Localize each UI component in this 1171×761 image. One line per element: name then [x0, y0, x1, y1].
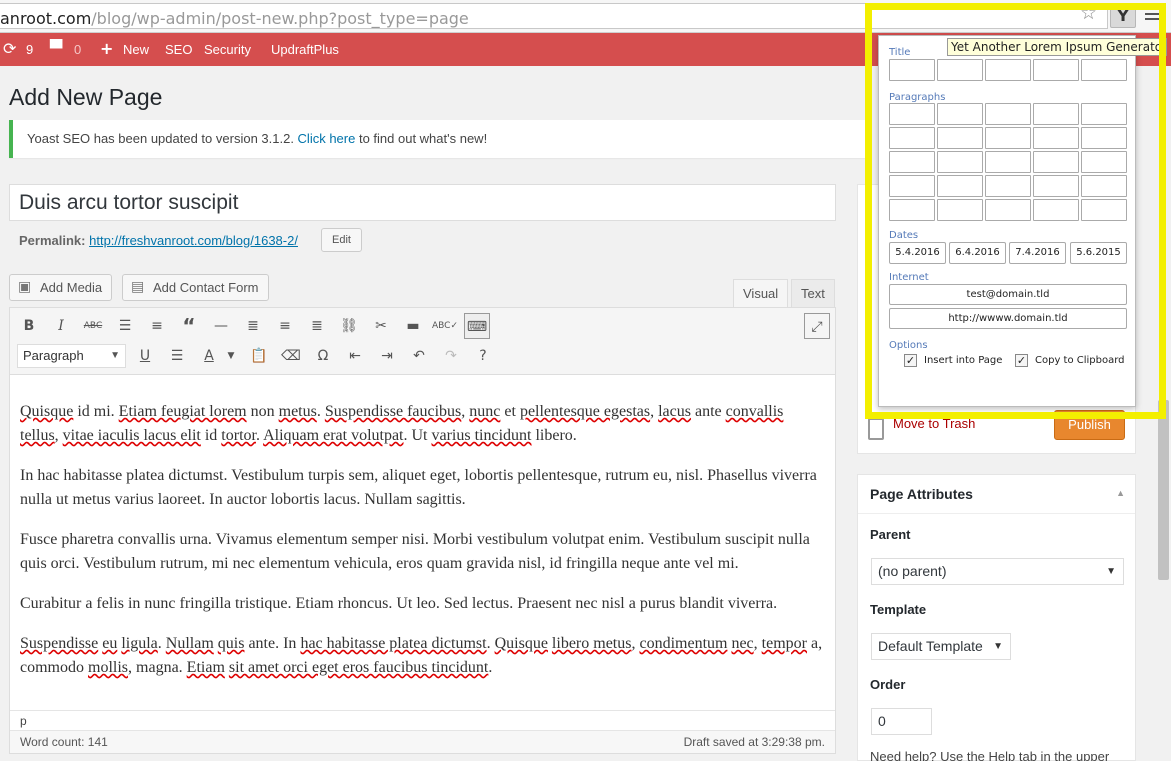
notice-text: Yoast SEO has been updated to version 3.…	[27, 131, 487, 146]
link-icon[interactable]: ⛓	[336, 313, 362, 339]
editor-toolbar: B I ABC ☰ ≡ “ — ≣ ≡ ≣ ⛓ ✂ ▬ ABC✓ ⌨ ⤢ Par…	[10, 308, 835, 375]
paragraph-2: In hac habitasse platea dictumst. Vestib…	[20, 467, 817, 508]
order-input[interactable]: 0	[871, 708, 932, 735]
form-icon: ▤	[131, 279, 145, 295]
editor-content[interactable]: Quisque id mi. Etiam feugiat lorem non m…	[20, 400, 825, 696]
word-count: Word count: 141	[20, 735, 108, 749]
align-center-icon[interactable]: ≡	[272, 313, 298, 339]
redo-icon[interactable]: ↷	[438, 343, 464, 369]
updates-count[interactable]: 9	[26, 42, 33, 57]
page-attributes-title: Page Attributes	[870, 486, 973, 502]
media-icon: ▣	[18, 279, 32, 295]
bullet-list-icon[interactable]: ☰	[112, 313, 138, 339]
draft-saved-status: Draft saved at 3:29:38 pm.	[683, 735, 825, 749]
undo-icon[interactable]: ↶	[406, 343, 432, 369]
comments-count[interactable]: 0	[74, 42, 81, 57]
numbered-list-icon[interactable]: ≡	[144, 313, 170, 339]
permalink-url[interactable]: http://freshvanroot.com/blog/1638-2/	[89, 233, 298, 248]
plus-icon[interactable]: +	[100, 39, 113, 58]
italic-icon[interactable]: I	[48, 313, 74, 339]
format-select[interactable]: Paragraph ▼	[17, 344, 126, 368]
updates-icon[interactable]: ⟳	[3, 39, 16, 58]
read-more-icon[interactable]: ▬	[400, 313, 426, 339]
toolbar-toggle-icon[interactable]: ⌨	[464, 313, 490, 339]
url-path: /blog/wp-admin/post-new.php?post_type=pa…	[91, 9, 469, 28]
clear-formatting-icon[interactable]: ⌫	[278, 343, 304, 369]
editor-status-bar: Word count: 141 Draft saved at 3:29:38 p…	[10, 730, 835, 753]
text-color-dropdown-icon[interactable]: ▼	[218, 343, 244, 369]
paragraph-5: Suspendisse eu ligula. Nullam quis ante.…	[20, 635, 823, 676]
outdent-icon[interactable]: ⇤	[342, 343, 368, 369]
notice-prefix: Yoast SEO has been updated to version 3.…	[27, 131, 298, 146]
page-title: Add New Page	[9, 84, 163, 110]
seo-menu[interactable]: SEO	[165, 42, 192, 57]
justify-icon[interactable]: ☰	[164, 343, 190, 369]
add-media-button[interactable]: ▣ Add Media	[9, 274, 113, 301]
highlight-box	[865, 3, 1166, 419]
template-select[interactable]: Default Template ▼	[871, 633, 1011, 660]
special-character-icon[interactable]: Ω	[310, 343, 336, 369]
format-select-value: Paragraph	[23, 348, 84, 363]
help-icon[interactable]: ?	[470, 343, 496, 369]
align-right-icon[interactable]: ≣	[304, 313, 330, 339]
blockquote-icon[interactable]: “	[176, 313, 202, 339]
parent-select[interactable]: (no parent) ▼	[871, 558, 1124, 585]
updraftplus-menu[interactable]: UpdraftPlus	[271, 42, 339, 57]
trash-icon	[868, 418, 884, 440]
collapse-triangle-icon[interactable]: ▲	[1116, 488, 1125, 498]
paragraph-1: Quisque id mi. Etiam feugiat lorem non m…	[20, 403, 784, 444]
chevron-down-icon: ▼	[1106, 566, 1116, 577]
permalink-row: Permalink: http://freshvanroot.com/blog/…	[19, 233, 298, 248]
content-editor: B I ABC ☰ ≡ “ — ≣ ≡ ≣ ⛓ ✂ ▬ ABC✓ ⌨ ⤢ Par…	[9, 307, 836, 754]
divider	[858, 513, 1135, 514]
paste-text-icon[interactable]: 📋	[246, 343, 272, 369]
chevron-down-icon: ▼	[993, 641, 1003, 652]
notice-suffix: to find out what's new!	[355, 131, 488, 146]
notice-link[interactable]: Click here	[298, 131, 356, 146]
template-label: Template	[870, 602, 927, 617]
unlink-icon[interactable]: ✂	[368, 313, 394, 339]
comments-icon[interactable]: ▀	[50, 39, 62, 58]
template-select-value: Default Template	[878, 638, 983, 654]
horizontal-line-icon[interactable]: —	[208, 313, 234, 339]
tab-visual[interactable]: Visual	[733, 279, 789, 308]
parent-select-value: (no parent)	[878, 563, 947, 579]
parent-label: Parent	[870, 527, 911, 542]
permalink-label: Permalink:	[19, 233, 86, 248]
help-text: Need help? Use the Help tab in the upper	[870, 749, 1110, 761]
align-left-icon[interactable]: ≣	[240, 313, 266, 339]
security-menu[interactable]: Security	[204, 42, 251, 57]
spellcheck-icon[interactable]: ABC✓	[432, 313, 458, 339]
chevron-down-icon: ▼	[110, 350, 120, 361]
add-contact-form-button[interactable]: ▤ Add Contact Form	[122, 274, 269, 301]
page-attributes-box: Page Attributes ▲ Parent (no parent) ▼ Te…	[857, 474, 1136, 761]
order-label: Order	[870, 677, 906, 692]
strikethrough-icon[interactable]: ABC	[80, 313, 106, 339]
scrollbar-thumb[interactable]	[1158, 400, 1169, 580]
paragraph-3: Fusce pharetra convallis urna. Vivamus e…	[20, 531, 810, 572]
new-menu[interactable]: New	[123, 42, 149, 57]
url-text: anroot.com/blog/wp-admin/post-new.php?po…	[0, 9, 469, 28]
indent-icon[interactable]: ⇥	[374, 343, 400, 369]
permalink-edit-button[interactable]: Edit	[321, 228, 362, 252]
add-media-label: Add Media	[40, 280, 103, 295]
add-contact-form-label: Add Contact Form	[153, 280, 259, 295]
url-host: anroot.com	[0, 9, 92, 28]
paragraph-4: Curabitur a felis in nunc fringilla tris…	[20, 595, 778, 612]
bold-icon[interactable]: B	[16, 313, 42, 339]
yoast-update-notice: Yoast SEO has been updated to version 3.…	[9, 120, 867, 158]
tab-text[interactable]: Text	[791, 279, 835, 308]
underline-icon[interactable]: U	[132, 343, 158, 369]
post-title-input[interactable]: Duis arcu tortor suscipit	[9, 184, 836, 221]
fullscreen-icon[interactable]: ⤢	[804, 313, 830, 339]
element-path: p	[10, 710, 835, 730]
